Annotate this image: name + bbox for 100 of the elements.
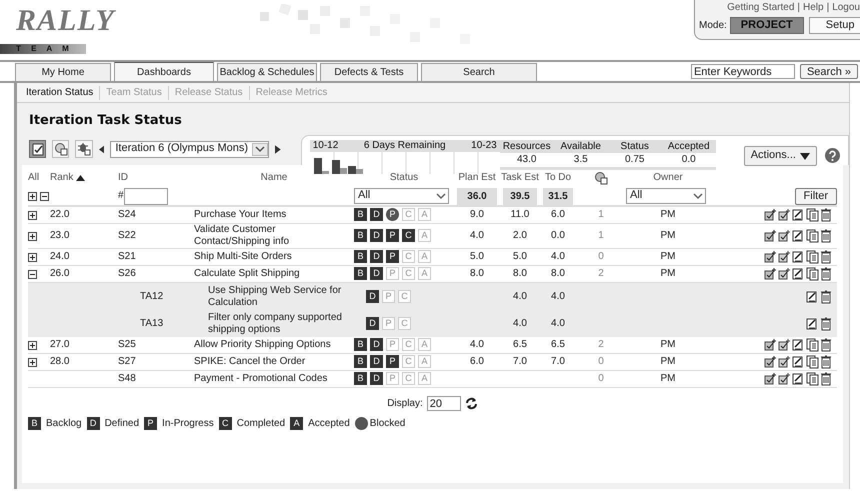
search-button[interactable]: Search » — [800, 64, 858, 79]
view-toggle-button[interactable] — [75, 140, 93, 158]
table-cell-text: S24 — [118, 209, 137, 221]
edit-icon[interactable] — [792, 372, 805, 386]
delete-icon[interactable] — [820, 372, 833, 386]
table-cell-text: 7.0 — [512, 356, 528, 368]
subnav-link[interactable]: Iteration Status — [20, 86, 100, 100]
add-defect-icon[interactable] — [778, 372, 791, 386]
delete-icon[interactable] — [820, 316, 833, 330]
expand-icon[interactable] — [28, 252, 37, 262]
table-cell-text: TA12 — [139, 290, 164, 302]
delete-icon[interactable] — [820, 250, 833, 264]
view-toggle-button[interactable] — [29, 140, 46, 158]
add-task-icon[interactable] — [764, 229, 777, 243]
status-badge: B — [354, 229, 367, 242]
expand-icon[interactable] — [28, 210, 37, 220]
page-title: Iteration Task Status — [28, 112, 183, 130]
add-defect-icon[interactable] — [778, 355, 791, 369]
expand-icon[interactable] — [28, 232, 37, 240]
edit-icon[interactable] — [792, 355, 805, 369]
edit-icon[interactable] — [806, 316, 819, 330]
table-cell-text: 26.0 — [50, 268, 70, 280]
table-cell-text: S22 — [118, 230, 137, 242]
table-cell-text: Purchase Your Items — [194, 209, 288, 221]
table-cell-text: 2 — [597, 268, 605, 280]
add-defect-icon[interactable] — [778, 338, 791, 352]
delete-icon[interactable] — [820, 229, 833, 243]
refresh-icon[interactable] — [464, 397, 478, 410]
collapse-all-icon[interactable] — [40, 192, 48, 200]
add-defect-icon[interactable] — [778, 229, 791, 243]
header-link[interactable]: Logou — [832, 2, 860, 14]
copy-icon[interactable] — [806, 372, 819, 386]
column-header: Owner — [652, 172, 684, 184]
nav-tab[interactable]: Search — [421, 63, 537, 81]
table-cell-text: Use Shipping Web Service for Calculation — [207, 284, 342, 308]
edit-icon[interactable] — [806, 290, 819, 304]
table-cell-text: 1 — [597, 230, 605, 242]
copy-icon[interactable] — [806, 355, 819, 369]
status-badge: D — [370, 229, 383, 242]
column-header: Task Est — [500, 172, 540, 184]
add-task-icon[interactable] — [764, 372, 777, 386]
add-task-icon[interactable] — [764, 355, 777, 369]
help-icon[interactable] — [824, 148, 840, 163]
add-defect-icon[interactable] — [778, 267, 791, 281]
previous-arrow-icon[interactable] — [98, 144, 104, 154]
owner-filter-select[interactable]: All — [626, 188, 706, 204]
copy-icon[interactable] — [806, 338, 819, 352]
setup-button[interactable]: Setup — [808, 17, 860, 34]
expand-icon[interactable] — [28, 340, 37, 350]
delete-icon[interactable] — [820, 208, 833, 222]
edit-icon[interactable] — [792, 229, 805, 243]
sort-ascending-icon[interactable] — [76, 175, 85, 181]
mode-button[interactable]: PROJECT — [730, 17, 804, 34]
add-task-icon[interactable] — [764, 250, 777, 264]
delete-icon[interactable] — [820, 267, 833, 281]
status-badge: D — [370, 338, 383, 352]
copy-icon[interactable] — [806, 267, 819, 281]
delete-icon[interactable] — [820, 290, 833, 304]
stat-value: 0.0 — [662, 153, 716, 167]
copy-icon[interactable] — [806, 208, 819, 222]
filter-button[interactable]: Filter — [794, 188, 837, 204]
nav-tab[interactable]: My Home — [15, 63, 111, 81]
table-cell-text: 7.0 — [550, 356, 566, 368]
copy-icon[interactable] — [806, 229, 819, 243]
iteration-select[interactable]: Iteration 6 (Olympus Mons) — [110, 140, 270, 158]
view-toggle-button[interactable] — [52, 140, 70, 158]
header-link[interactable]: Help — [803, 2, 824, 14]
id-filter-field[interactable] — [124, 188, 168, 204]
header-link[interactable]: Getting Started — [727, 2, 794, 14]
edit-icon[interactable] — [792, 208, 805, 222]
table-cell-text: 4.0 — [512, 318, 528, 330]
nav-tab[interactable]: Backlog & Schedules — [217, 63, 317, 81]
add-task-icon[interactable] — [764, 267, 777, 281]
add-defect-icon[interactable] — [778, 250, 791, 264]
status-badge: C — [402, 355, 415, 368]
add-task-icon[interactable] — [764, 208, 777, 222]
edit-icon[interactable] — [792, 267, 805, 281]
table-cell-text: PM — [660, 230, 676, 242]
status-filter-select[interactable]: All — [354, 188, 449, 204]
collapse-icon[interactable] — [28, 270, 37, 278]
expand-icon[interactable] — [28, 358, 37, 366]
nav-tab[interactable]: Defects & Tests — [320, 63, 418, 81]
edit-icon[interactable] — [792, 250, 805, 264]
delete-icon[interactable] — [820, 338, 833, 352]
column-header: To Do — [544, 172, 572, 184]
actions-button[interactable]: Actions... — [744, 146, 817, 166]
copy-icon[interactable] — [806, 250, 819, 264]
table-cell-text: 0 — [597, 373, 605, 385]
add-task-icon[interactable] — [764, 338, 777, 352]
edit-icon[interactable] — [792, 338, 805, 352]
status-badge: D — [370, 208, 383, 222]
search-field[interactable]: Enter Keywords — [690, 64, 795, 79]
blocked-dot-icon — [354, 417, 368, 430]
nav-tab[interactable]: Dashboards — [114, 61, 214, 81]
add-defect-icon[interactable] — [778, 208, 791, 222]
table-cell-text: Ship Multi-Site Orders — [194, 251, 293, 263]
next-arrow-icon[interactable] — [275, 144, 281, 154]
delete-icon[interactable] — [820, 355, 833, 369]
page-size-field[interactable]: 20 — [426, 396, 461, 411]
expand-all-icon[interactable] — [28, 192, 37, 200]
